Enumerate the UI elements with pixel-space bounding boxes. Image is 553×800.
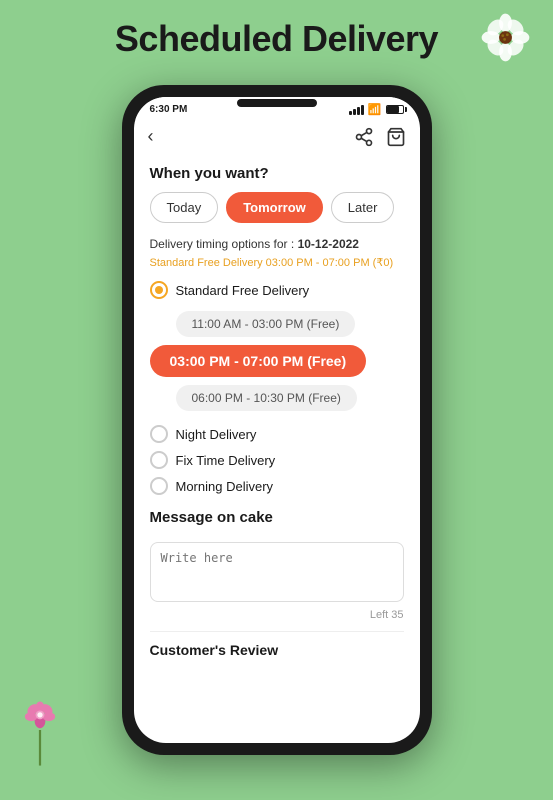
- phone-frame: 6:30 PM 📶 ‹: [122, 85, 432, 755]
- radio-label-night: Night Delivery: [176, 427, 257, 442]
- page-title: Scheduled Delivery: [0, 0, 553, 70]
- timing-prefix: Delivery timing options for :: [150, 237, 295, 251]
- signal-icon: [349, 105, 364, 115]
- when-question: When you want?: [150, 165, 404, 182]
- flower-decoration-top: [478, 10, 533, 65]
- status-icons: 📶: [349, 103, 404, 116]
- option-today[interactable]: Today: [150, 192, 219, 223]
- flower-decoration-bottom: [10, 690, 70, 770]
- top-nav: ‹: [134, 120, 420, 155]
- share-icon[interactable]: [354, 127, 374, 147]
- radio-circle-standard: [150, 281, 168, 299]
- radio-label-morning: Morning Delivery: [176, 479, 274, 494]
- char-count: Left 35: [150, 609, 404, 621]
- wifi-icon: 📶: [368, 103, 382, 116]
- radio-circle-morning: [150, 477, 168, 495]
- radio-circle-fixtime: [150, 451, 168, 469]
- radio-morning[interactable]: Morning Delivery: [150, 477, 404, 495]
- delivery-type-group: Standard Free Delivery 11:00 AM - 03:00 …: [150, 281, 404, 495]
- status-time: 6:30 PM: [150, 104, 188, 115]
- phone-screen: 6:30 PM 📶 ‹: [134, 97, 420, 743]
- message-input[interactable]: [150, 542, 404, 602]
- option-later[interactable]: Later: [331, 192, 395, 223]
- timing-info: Delivery timing options for : 10-12-2022…: [150, 235, 404, 271]
- timing-label: Delivery timing options for : 10-12-2022: [150, 237, 359, 251]
- radio-dot-standard: [155, 286, 163, 294]
- screen-content[interactable]: When you want? Today Tomorrow Later Deli…: [134, 155, 420, 743]
- battery-icon: [386, 105, 404, 114]
- radio-standard[interactable]: Standard Free Delivery: [150, 281, 404, 299]
- slot-afternoon[interactable]: 03:00 PM - 07:00 PM (Free): [150, 345, 367, 377]
- radio-circle-night: [150, 425, 168, 443]
- message-section: Message on cake Left 35: [150, 509, 404, 621]
- bag-icon[interactable]: [386, 127, 406, 147]
- back-button[interactable]: ‹: [148, 126, 154, 147]
- option-tomorrow[interactable]: Tomorrow: [226, 192, 323, 223]
- radio-label-standard: Standard Free Delivery: [176, 283, 310, 298]
- time-slots: 11:00 AM - 03:00 PM (Free) 03:00 PM - 07…: [150, 307, 404, 415]
- timing-free: Standard Free Delivery 03:00 PM - 07:00 …: [150, 257, 394, 269]
- message-title: Message on cake: [150, 509, 404, 526]
- slot-morning[interactable]: 11:00 AM - 03:00 PM (Free): [176, 311, 356, 337]
- nav-actions: [354, 127, 406, 147]
- delivery-day-options: Today Tomorrow Later: [150, 192, 404, 223]
- customer-review-title: Customer's Review: [150, 631, 404, 664]
- radio-fixtime[interactable]: Fix Time Delivery: [150, 451, 404, 469]
- slot-evening[interactable]: 06:00 PM - 10:30 PM (Free): [176, 385, 357, 411]
- radio-night[interactable]: Night Delivery: [150, 425, 404, 443]
- timing-date-value: 10-12-2022: [298, 237, 359, 251]
- radio-label-fixtime: Fix Time Delivery: [176, 453, 276, 468]
